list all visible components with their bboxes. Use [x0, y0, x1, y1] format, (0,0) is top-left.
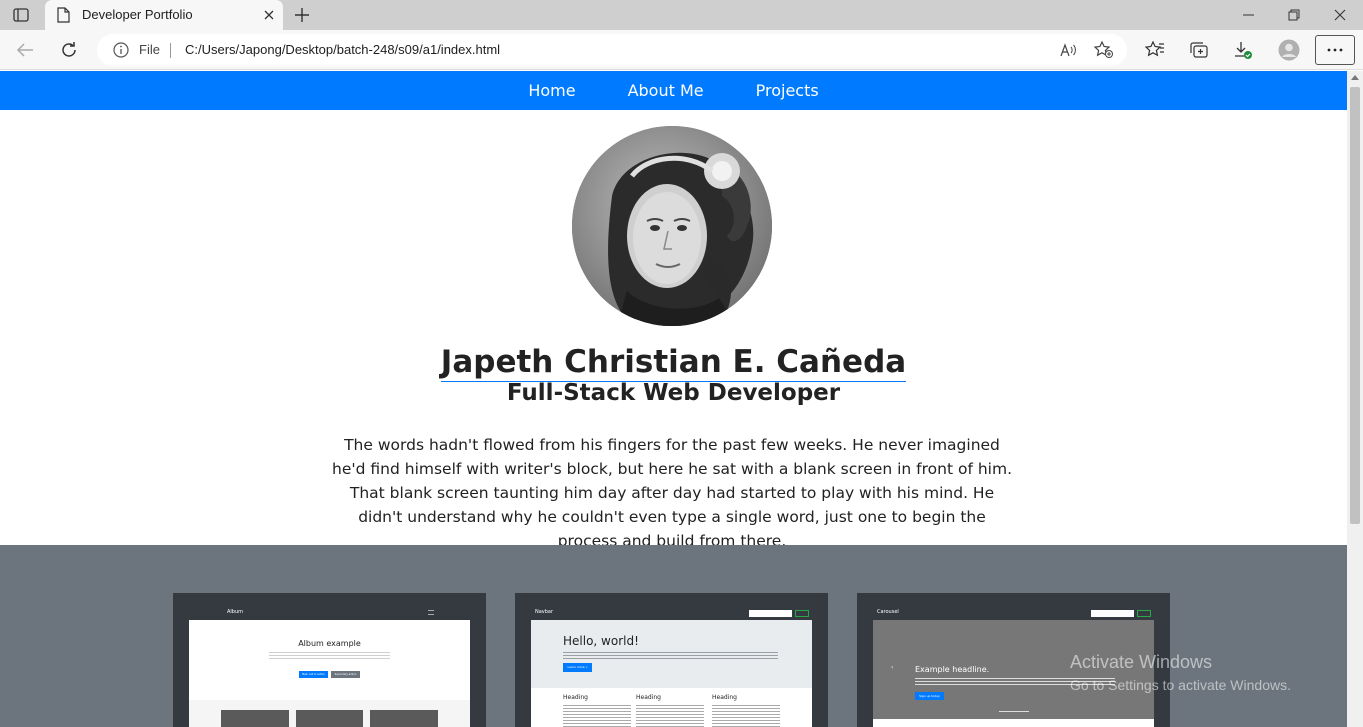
project-card[interactable]: Navbar Hello, world! Learn more » Headin… [515, 593, 828, 727]
carousel-prev-icon: ‹ [891, 664, 894, 671]
scheme-label: File [139, 42, 160, 57]
project-card-brand: Carousel [877, 609, 899, 615]
column-heading: Heading [563, 694, 588, 701]
toolbar: File C:/Users/Japong/Desktop/batch-248/s… [0, 30, 1363, 70]
close-tab-icon[interactable] [261, 7, 277, 23]
scrollbar-thumb[interactable] [1350, 87, 1360, 524]
project-card-heading: Album example [298, 639, 361, 648]
watermark-title: Activate Windows [1070, 652, 1213, 672]
project-card[interactable]: Album Album example Main call to action … [173, 593, 486, 727]
address-separator [170, 43, 171, 58]
collections-icon [1190, 42, 1208, 58]
scroll-up-icon[interactable] [1351, 74, 1359, 80]
favorites-icon [1145, 41, 1164, 57]
mini-search-button [1137, 610, 1151, 617]
settings-menu-button[interactable] [1315, 35, 1355, 65]
nav-home-link[interactable]: Home [502, 81, 601, 100]
project-card-brand: Navbar [535, 609, 554, 615]
tab-actions-button[interactable] [8, 5, 34, 25]
profile-button[interactable] [1276, 38, 1302, 62]
thumbnail [296, 710, 363, 727]
project-card-copy [563, 651, 778, 659]
project-card-primary-button: Main call to action [299, 671, 328, 678]
thumbnail [221, 710, 289, 727]
project-card-copy [269, 651, 390, 661]
close-window-button[interactable] [1317, 0, 1363, 30]
developer-role: Full-Stack Web Developer [506, 380, 841, 406]
collections-button[interactable] [1186, 38, 1212, 62]
profile-photo [572, 126, 772, 326]
mini-search-button [795, 610, 809, 617]
column-text [636, 704, 704, 727]
favorites-button[interactable] [1142, 38, 1168, 62]
minimize-icon [1242, 14, 1254, 16]
project-card-brand: Album [227, 609, 244, 615]
plus-icon [295, 8, 309, 22]
project-card-topbar: Carousel [873, 607, 1154, 620]
add-favorite-icon[interactable] [1093, 40, 1115, 60]
tab-actions-icon [13, 8, 29, 22]
hamburger-icon [428, 610, 434, 615]
info-icon[interactable] [113, 42, 129, 62]
read-aloud-icon[interactable] [1057, 40, 1079, 60]
profile-avatar-icon [1278, 39, 1300, 61]
mini-search-input [1091, 610, 1134, 617]
developer-bio: The words hadn't flowed from his fingers… [332, 436, 1012, 550]
column-heading: Heading [636, 694, 661, 701]
new-tab-button[interactable] [291, 5, 313, 25]
carousel-indicators [999, 711, 1029, 712]
page-icon [57, 7, 70, 27]
activation-watermark: Activate Windows Go to Settings to activ… [1070, 652, 1291, 693]
project-card-secondary-button: Secondary action [331, 671, 360, 678]
nav-projects-link[interactable]: Projects [730, 81, 845, 100]
close-icon [1334, 9, 1346, 21]
refresh-icon [62, 42, 76, 57]
developer-name-text: Japeth Christian E. Cañeda [440, 344, 907, 382]
page-scrollbar[interactable] [1347, 71, 1363, 727]
mini-search-input [749, 610, 792, 617]
project-card-primary-button: Learn more » [563, 663, 592, 672]
downloads-button[interactable] [1230, 38, 1256, 62]
project-screenshot: Hello, world! Learn more » Heading Headi… [531, 620, 812, 727]
projects-section: Album Album example Main call to action … [0, 545, 1347, 727]
tab-title: Developer Portfolio [82, 7, 193, 22]
thumbnail [370, 710, 438, 727]
site-navbar: Home About Me Projects [0, 71, 1347, 110]
back-arrow-icon [16, 43, 33, 57]
tab-strip: Developer Portfolio [0, 0, 1363, 30]
page-viewport: Home About Me Projects Japeth Christian … [0, 71, 1347, 727]
developer-name: Japeth Christian E. Cañeda [0, 342, 1347, 382]
nav-about-link[interactable]: About Me [602, 81, 730, 100]
column-text [712, 704, 780, 727]
column-heading: Heading [712, 694, 737, 701]
download-icon [1235, 42, 1252, 59]
restore-button[interactable] [1271, 0, 1317, 30]
carousel-footer [873, 719, 1154, 727]
project-screenshot: Album example Main call to action Second… [189, 620, 470, 727]
project-card-heading: Hello, world! [563, 634, 639, 648]
more-horizontal-icon [1327, 48, 1343, 52]
url-text[interactable]: C:/Users/Japong/Desktop/batch-248/s09/a1… [185, 42, 500, 57]
refresh-button[interactable] [56, 38, 82, 62]
minimize-button[interactable] [1225, 0, 1271, 30]
project-card-heading: Example headline. [915, 665, 990, 674]
column-text [563, 704, 631, 727]
address-bar[interactable]: File C:/Users/Japong/Desktop/batch-248/s… [97, 34, 1127, 66]
back-button[interactable] [12, 38, 38, 62]
restore-icon [1288, 9, 1300, 21]
project-card-topbar: Navbar [531, 607, 812, 620]
watermark-subtitle: Go to Settings to activate Windows. [1070, 677, 1291, 693]
project-card-topbar: Album [189, 607, 470, 620]
project-card-primary-button: Sign up today [915, 692, 944, 700]
browser-tab-active[interactable]: Developer Portfolio [45, 0, 283, 30]
